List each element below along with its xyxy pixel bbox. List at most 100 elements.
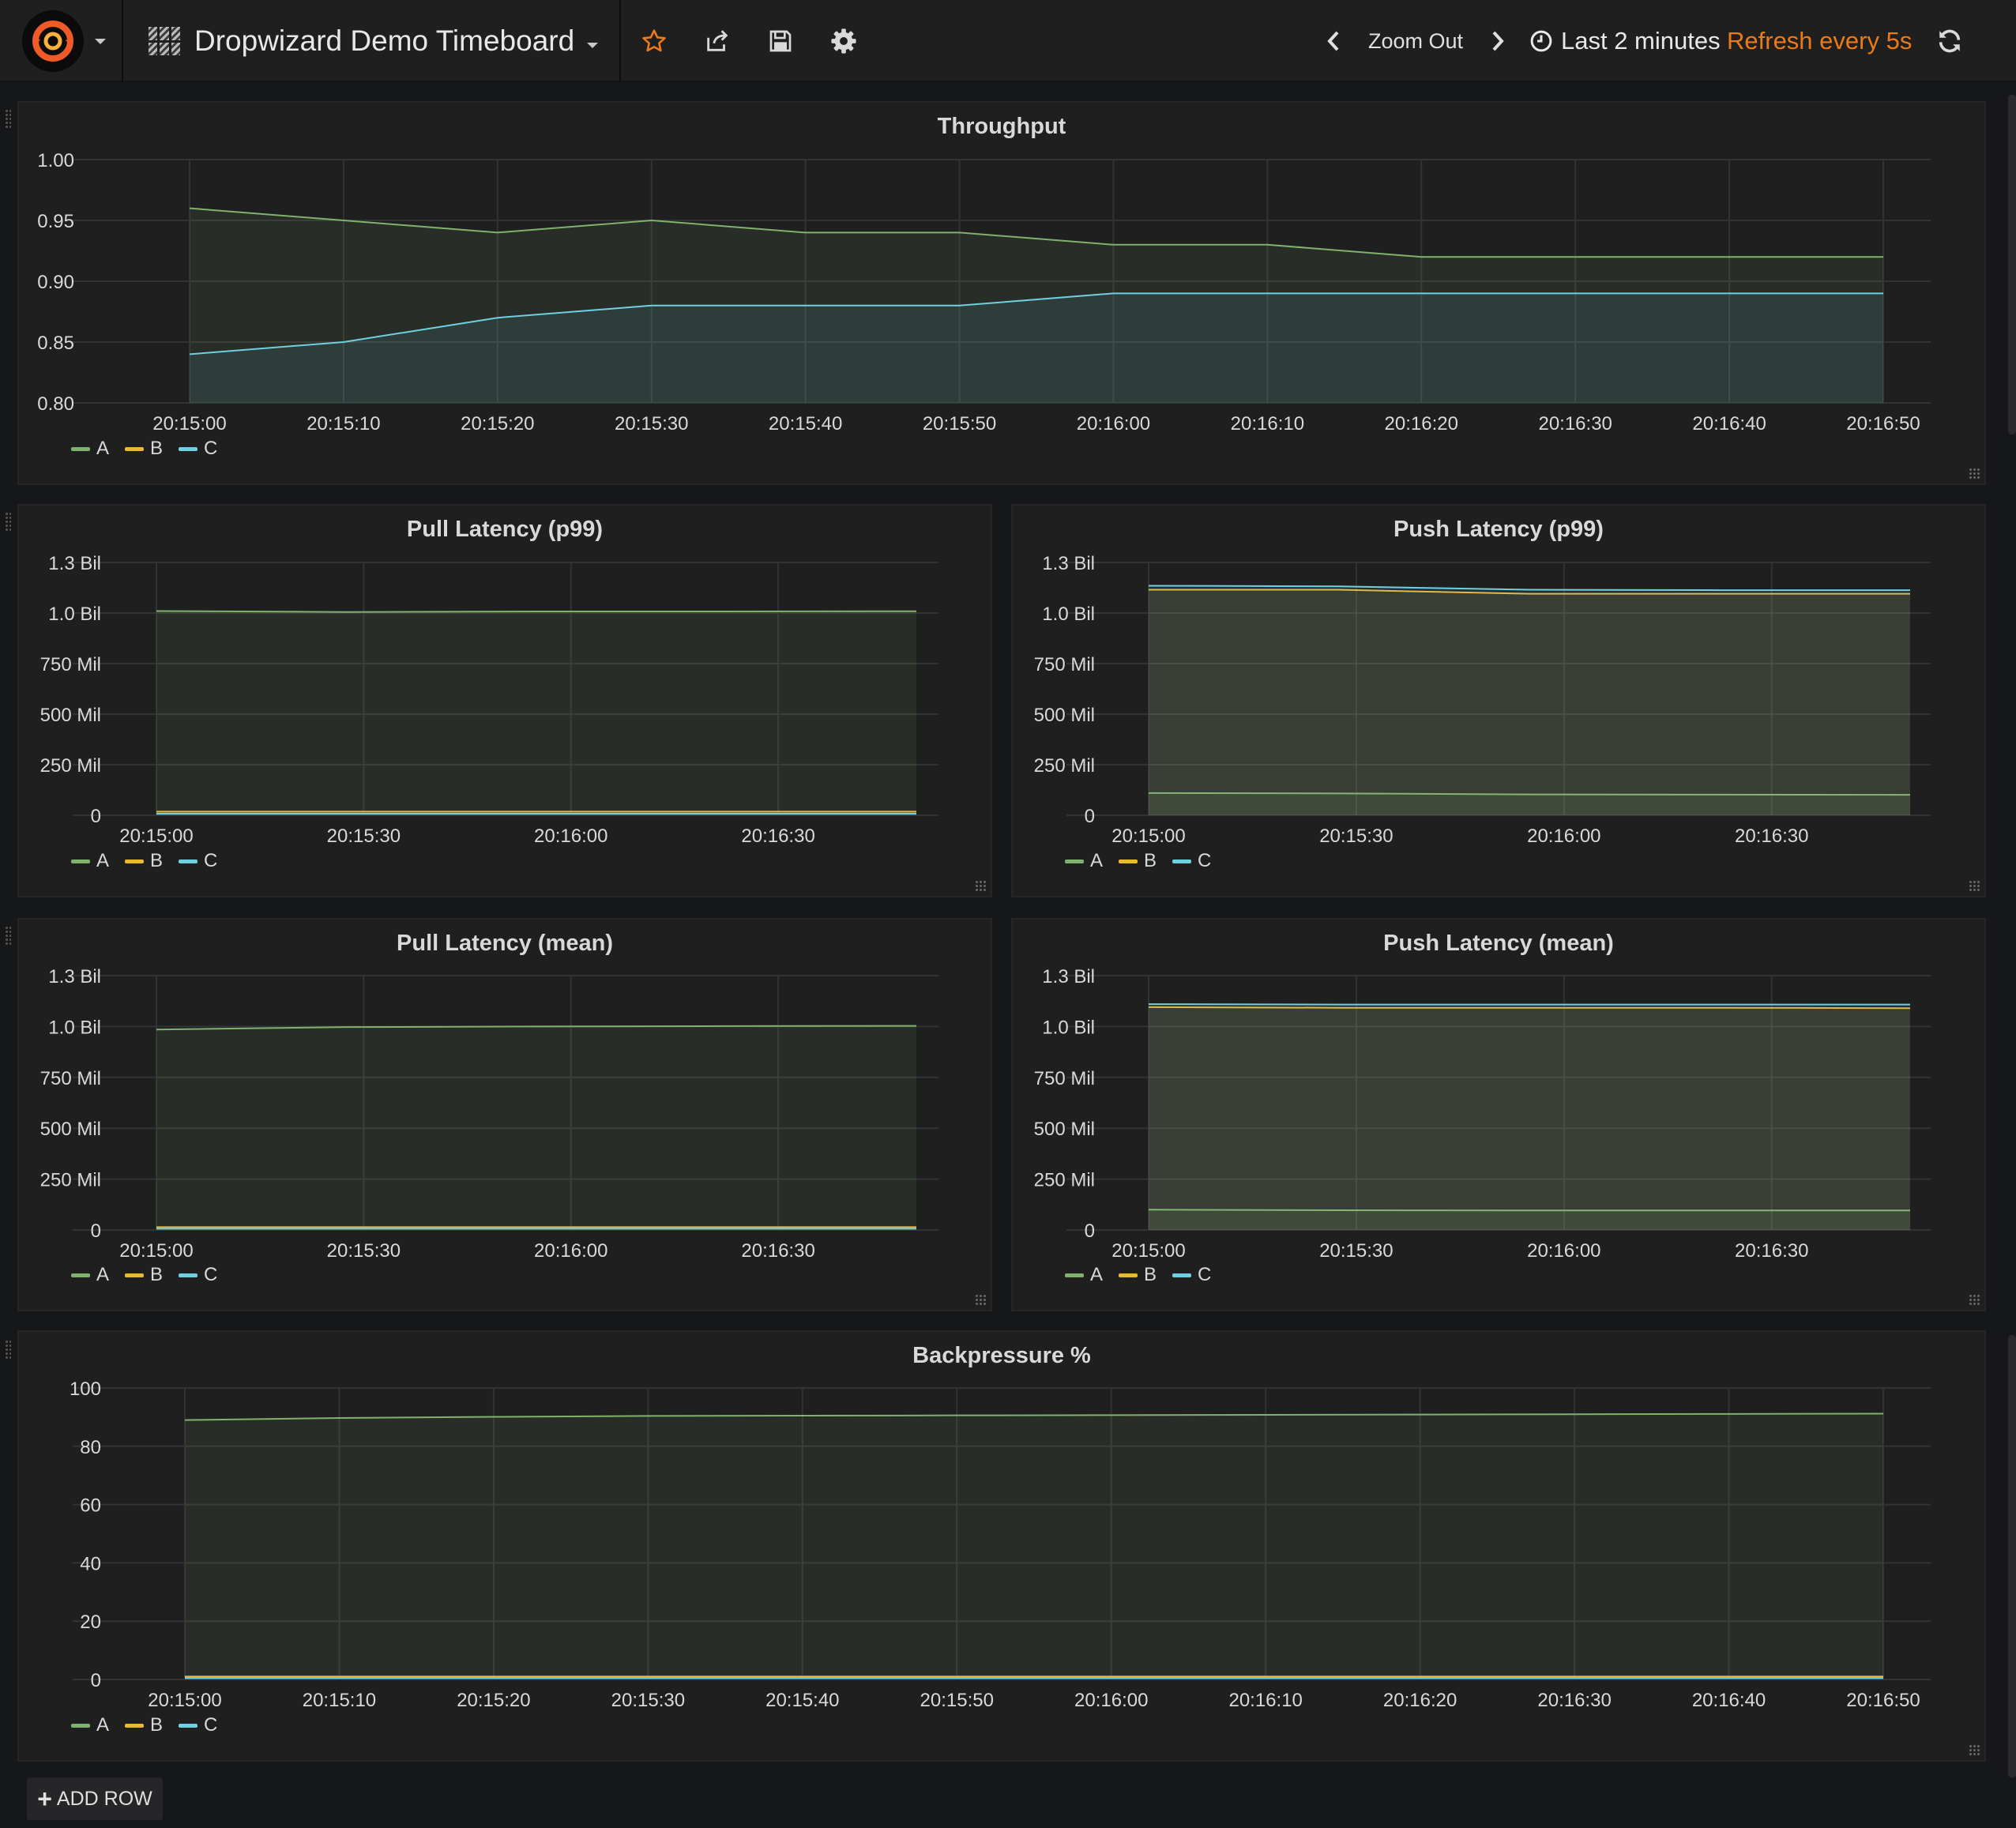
panel-resize-handle[interactable] bbox=[1969, 1744, 1980, 1755]
x-tick-label: 20:15:30 bbox=[611, 1690, 685, 1711]
legend-label: A bbox=[96, 1264, 110, 1285]
legend-swatch bbox=[1065, 1273, 1084, 1277]
row-drag-handle[interactable] bbox=[5, 512, 11, 532]
legend-item[interactable]: B bbox=[125, 1714, 163, 1736]
star-icon[interactable] bbox=[637, 24, 671, 58]
dashboard-title: Dropwizard Demo Timeboard bbox=[194, 24, 575, 57]
legend-label: A bbox=[96, 438, 110, 459]
graph-panel: Push Latency (mean) 1.3 Bil 1.0 Bil 750 Mil… bbox=[1011, 918, 1986, 1311]
x-tick-label: 20:15:00 bbox=[119, 1240, 193, 1262]
x-tick-label: 20:15:30 bbox=[327, 1240, 401, 1262]
legend-label: C bbox=[1198, 1264, 1212, 1285]
legend-item[interactable]: B bbox=[125, 850, 163, 872]
row-drag-handle[interactable] bbox=[5, 109, 11, 130]
x-tick-label: 20:16:20 bbox=[1385, 413, 1458, 434]
legend-label: B bbox=[150, 850, 164, 871]
legend-swatch bbox=[125, 446, 145, 451]
chart-plot: 1.3 Bil 1.0 Bil 750 Mil 500 Mil 250 Mil 0 20:1… bbox=[40, 966, 938, 1262]
x-tick-label: 20:15:00 bbox=[119, 826, 193, 847]
legend-item[interactable]: A bbox=[71, 1264, 109, 1286]
time-range-picker[interactable]: Last 2 minutes bbox=[1529, 0, 1721, 82]
y-tick-label: 1.0 Bil bbox=[48, 1017, 101, 1038]
y-tick-label: 1.00 bbox=[37, 150, 74, 171]
panel-resize-handle[interactable] bbox=[1969, 880, 1980, 891]
legend-item[interactable]: C bbox=[179, 1714, 217, 1736]
legend-label: C bbox=[204, 1264, 218, 1285]
x-tick-label: 20:15:10 bbox=[303, 1690, 376, 1711]
y-tick-label: 250 Mil bbox=[40, 755, 101, 777]
time-back-button[interactable] bbox=[1318, 21, 1349, 61]
scrollbar-thumb[interactable] bbox=[2008, 1335, 2016, 1777]
legend-item[interactable]: B bbox=[1119, 1264, 1157, 1286]
y-tick-label: 40 bbox=[80, 1553, 101, 1574]
x-tick-label: 20:16:00 bbox=[1527, 826, 1600, 847]
graph-panel: Throughput 1.00 0.95 0.90 0.85 0.80 20:15:00 20… bbox=[17, 101, 1986, 485]
legend-item[interactable]: A bbox=[71, 438, 109, 460]
legend-item[interactable]: B bbox=[1119, 850, 1157, 872]
x-tick-label: 20:15:00 bbox=[1111, 826, 1185, 847]
y-tick-label: 1.3 Bil bbox=[48, 553, 101, 574]
panel-resize-handle[interactable] bbox=[975, 880, 986, 891]
time-forward-button[interactable] bbox=[1482, 21, 1514, 61]
series-area-c bbox=[1149, 585, 1910, 815]
series-area-a bbox=[185, 1413, 1883, 1679]
x-tick-label: 20:15:00 bbox=[152, 413, 226, 434]
legend-swatch bbox=[179, 859, 198, 863]
refresh-interval-label[interactable]: Refresh every 5s bbox=[1727, 0, 1912, 82]
legend-label: B bbox=[1144, 1264, 1157, 1285]
legend-item[interactable]: C bbox=[1172, 1264, 1211, 1286]
x-tick-label: 20:16:30 bbox=[1735, 826, 1808, 847]
row-drag-handle[interactable] bbox=[5, 1340, 11, 1360]
legend-item[interactable]: B bbox=[125, 1264, 163, 1286]
legend-item[interactable]: A bbox=[1065, 1264, 1103, 1286]
legend-label: B bbox=[150, 1714, 164, 1736]
y-tick-label: 1.3 Bil bbox=[48, 966, 101, 987]
legend-item[interactable]: C bbox=[179, 850, 217, 872]
y-tick-label: 1.3 Bil bbox=[1042, 553, 1095, 574]
x-tick-label: 20:16:30 bbox=[1735, 1240, 1808, 1262]
scrollbar-thumb[interactable] bbox=[2008, 95, 2016, 434]
legend-label: C bbox=[204, 850, 218, 871]
legend-label: A bbox=[96, 850, 110, 871]
grafana-menu-button[interactable] bbox=[0, 0, 123, 82]
dashboard-picker[interactable]: Dropwizard Demo Timeboard bbox=[125, 0, 621, 82]
grafana-logo-icon bbox=[22, 10, 84, 72]
legend-item[interactable]: A bbox=[71, 850, 109, 872]
legend-item[interactable]: C bbox=[179, 1264, 217, 1286]
legend-swatch bbox=[71, 1723, 90, 1728]
legend-swatch bbox=[1172, 1273, 1192, 1277]
save-icon[interactable] bbox=[763, 24, 798, 58]
x-tick-label: 20:15:00 bbox=[148, 1690, 221, 1711]
panel-resize-handle[interactable] bbox=[975, 1294, 986, 1305]
x-tick-label: 20:15:20 bbox=[461, 413, 534, 434]
x-tick-label: 20:15:00 bbox=[1111, 1240, 1185, 1262]
legend-item[interactable]: C bbox=[179, 438, 217, 460]
gear-icon[interactable] bbox=[826, 24, 861, 58]
x-tick-label: 20:15:30 bbox=[615, 413, 688, 434]
y-tick-label: 250 Mil bbox=[1034, 1170, 1095, 1191]
legend-item[interactable]: B bbox=[125, 438, 163, 460]
refresh-icon[interactable] bbox=[1932, 24, 1967, 58]
legend-label: A bbox=[1090, 850, 1104, 871]
legend-swatch bbox=[71, 859, 90, 863]
legend-swatch bbox=[71, 1273, 90, 1277]
row-drag-handle[interactable] bbox=[5, 926, 11, 946]
series-line-c[interactable] bbox=[1148, 1003, 1910, 1006]
legend-label: C bbox=[204, 438, 218, 459]
y-tick-label: 0.85 bbox=[37, 333, 74, 354]
x-tick-label: 20:16:00 bbox=[534, 826, 607, 847]
add-row-button[interactable]: + ADD ROW bbox=[27, 1777, 163, 1820]
legend-item[interactable]: C bbox=[1172, 850, 1211, 872]
legend-label: C bbox=[1198, 850, 1212, 871]
panel-legend: A B C bbox=[71, 850, 217, 872]
y-tick-label: 60 bbox=[80, 1495, 101, 1517]
legend-item[interactable]: A bbox=[1065, 850, 1103, 872]
zoom-out-button[interactable]: Zoom Out bbox=[1349, 29, 1482, 54]
graph-panel: Push Latency (p99) 1.3 Bil 1.0 Bil 750 Mil 5… bbox=[1011, 504, 1986, 897]
panel-resize-handle[interactable] bbox=[1969, 468, 1980, 479]
legend-item[interactable]: A bbox=[71, 1714, 109, 1736]
y-tick-label: 1.0 Bil bbox=[1042, 1017, 1095, 1038]
share-icon[interactable] bbox=[700, 24, 735, 58]
x-tick-label: 20:15:50 bbox=[920, 1690, 994, 1711]
panel-resize-handle[interactable] bbox=[1969, 1294, 1980, 1305]
